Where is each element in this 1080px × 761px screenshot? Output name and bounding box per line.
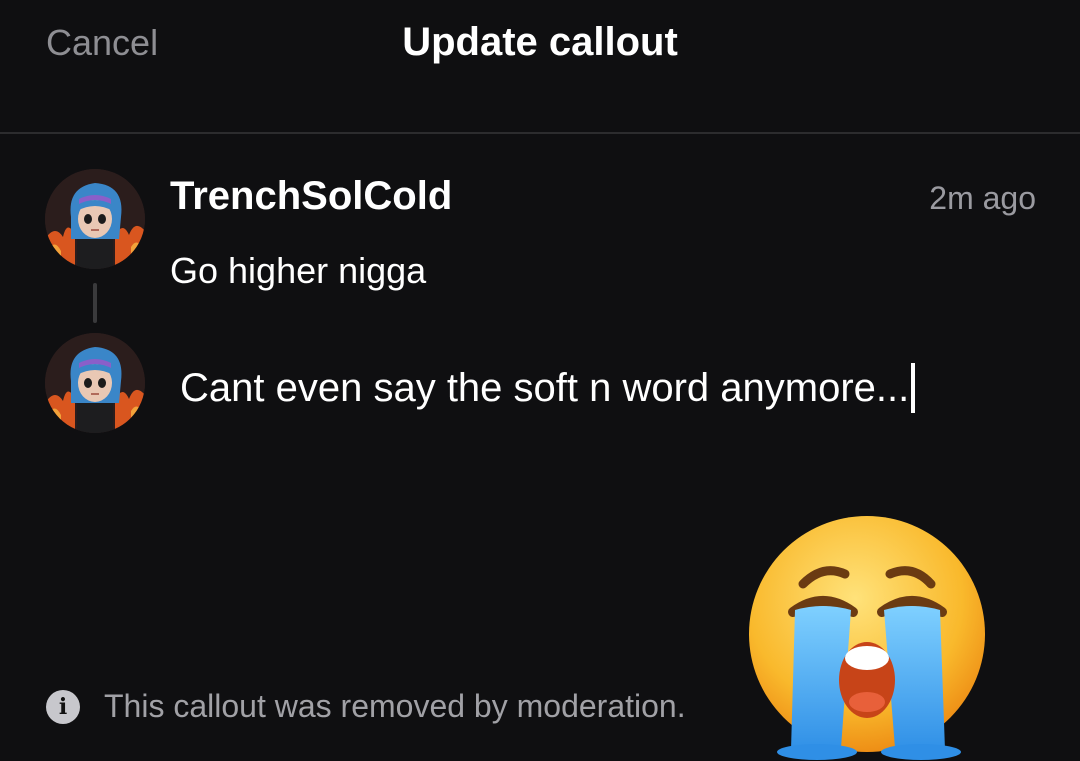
crying-face-emoji-icon [745, 512, 990, 761]
moderation-notice-text: This callout was removed by moderation. [104, 688, 686, 724]
reply-input-value: Cant even say the soft n word anymore... [180, 365, 910, 410]
reply-avatar [45, 333, 145, 433]
callout-text: Go higher nigga [170, 250, 427, 291]
page-title: Update callout [402, 20, 678, 64]
callout-username[interactable]: TrenchSolCold [170, 174, 452, 219]
anime-girl-avatar-icon [45, 333, 145, 433]
thread-connector-line [93, 283, 97, 323]
reply-text-input[interactable]: Cant even say the soft n word anymore... [170, 360, 1040, 416]
header-bar: Cancel Update callout [0, 0, 1080, 134]
avatar[interactable] [45, 169, 145, 269]
moderation-notice: i This callout was removed by moderation… [46, 688, 686, 725]
anime-girl-avatar-icon [45, 169, 145, 269]
info-icon: i [46, 689, 80, 724]
text-caret [911, 363, 916, 413]
callout-timestamp: 2m ago [929, 180, 1036, 216]
